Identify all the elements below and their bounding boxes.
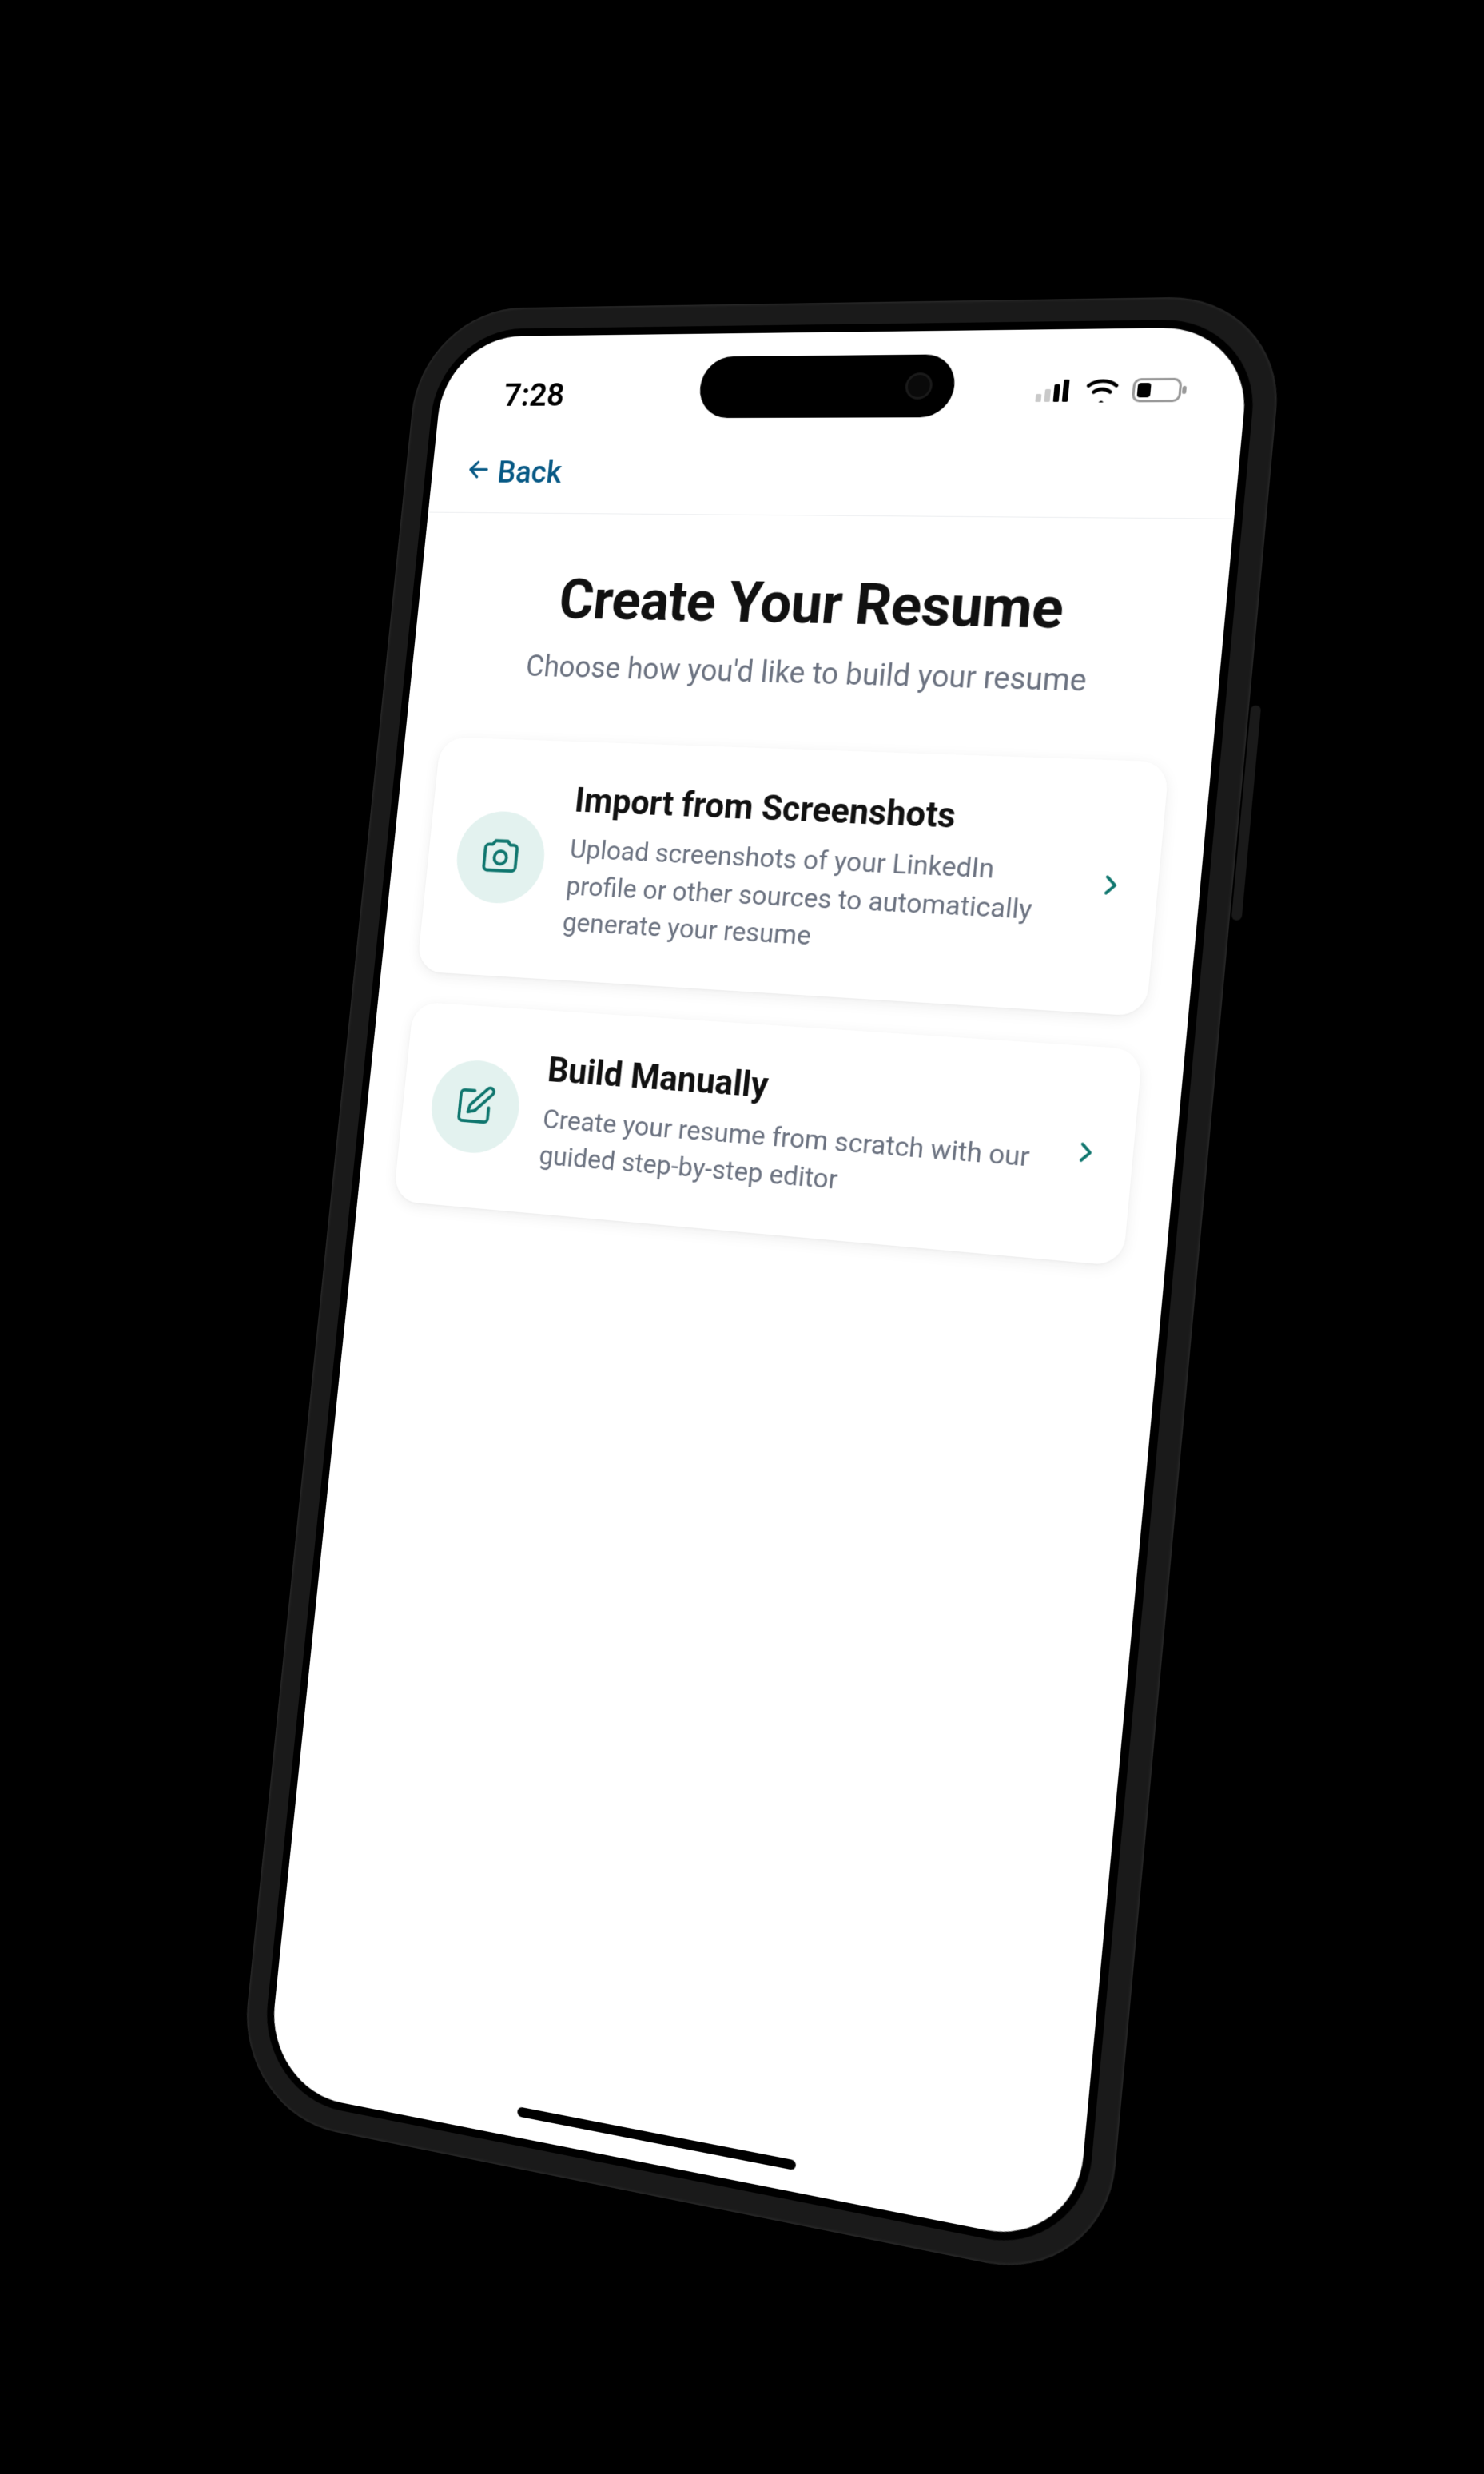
back-button[interactable]: Back [464, 455, 563, 491]
option-text: Import from Screenshots Upload screensho… [560, 780, 1076, 970]
status-icons [1034, 378, 1188, 406]
back-label: Back [495, 455, 563, 491]
wifi-icon [1083, 378, 1120, 405]
camera-lens [904, 372, 933, 400]
option-build-manually[interactable]: Build Manually Create your resume from s… [392, 1001, 1142, 1266]
option-title: Import from Screenshots [572, 780, 1075, 842]
battery-icon [1131, 378, 1188, 406]
option-import-screenshots[interactable]: Import from Screenshots Upload screensho… [416, 737, 1169, 1016]
cellular-icon [1034, 380, 1072, 405]
status-time: 7:28 [502, 376, 566, 414]
option-icon-circle [427, 1057, 523, 1156]
chevron-right-icon [1069, 1137, 1100, 1171]
option-desc: Upload screenshots of your LinkedIn prof… [560, 832, 1070, 970]
content: Create Your Resume Choose how you'd like… [357, 513, 1234, 1271]
device-mockup: 7:28 [236, 296, 1286, 2287]
option-icon-circle [452, 809, 548, 905]
option-text: Build Manually Create your resume from s… [537, 1049, 1049, 1217]
camera-icon [476, 833, 523, 882]
nav-bar: Back [428, 441, 1240, 519]
chevron-right-icon [1094, 871, 1125, 904]
arrow-left-icon [464, 455, 492, 490]
page-subtitle: Choose how you'd like to build your resu… [446, 646, 1179, 705]
home-indicator[interactable] [516, 2106, 795, 2170]
edit-icon [452, 1082, 498, 1132]
dynamic-island [697, 354, 957, 418]
page-title: Create Your Resume [452, 566, 1187, 646]
phone-frame: 7:28 [236, 296, 1286, 2287]
option-desc: Create your resume from scratch with our… [537, 1101, 1044, 1217]
screen: 7:28 [266, 327, 1251, 2248]
